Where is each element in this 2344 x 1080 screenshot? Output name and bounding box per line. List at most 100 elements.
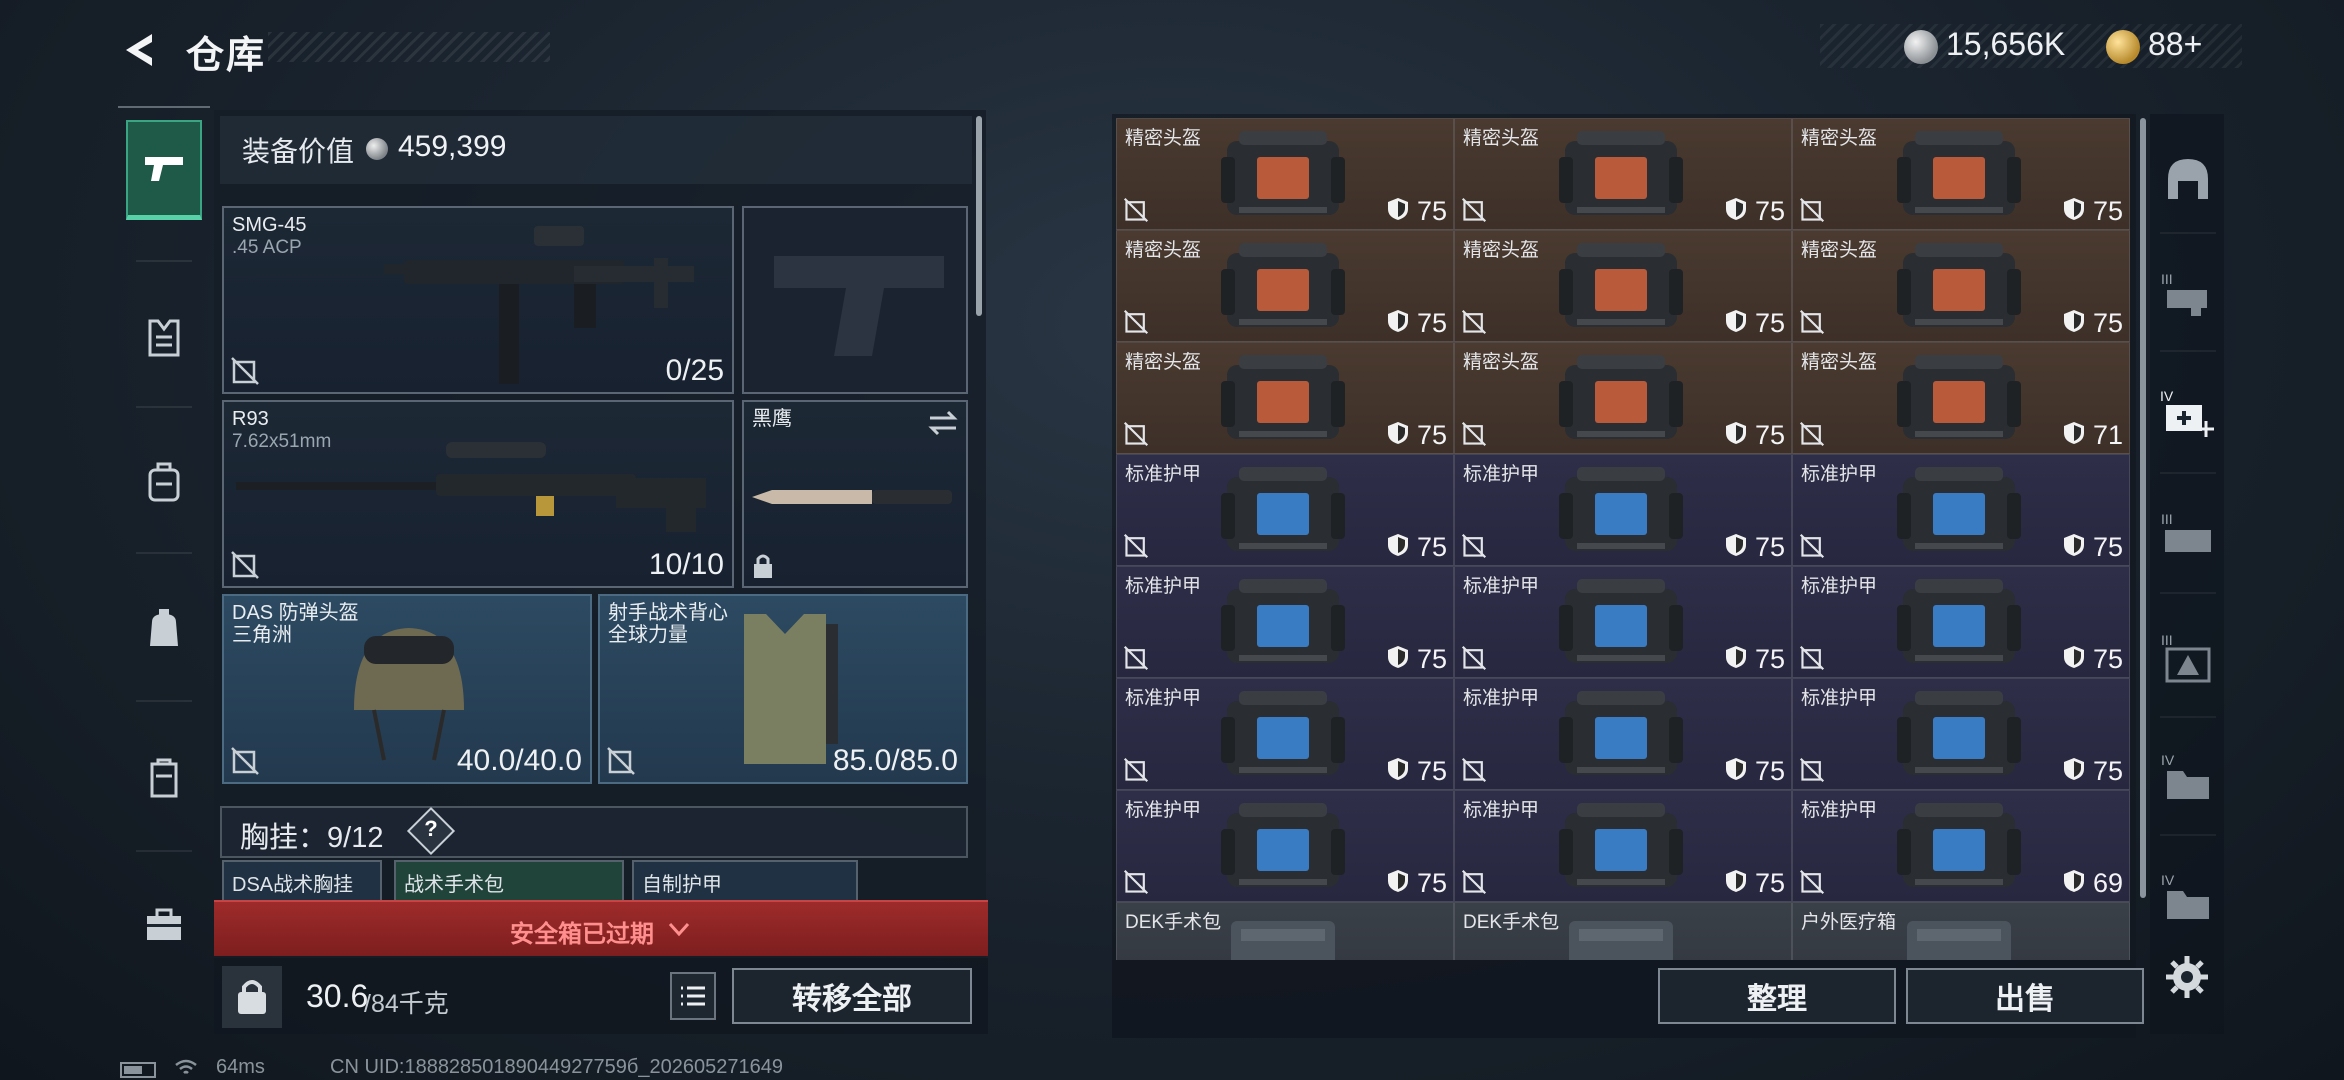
sell-button[interactable]: 出售 [1906,968,2144,1024]
gold-balance[interactable]: 88+ [2148,26,2202,63]
storage-item[interactable]: 标准护甲 69 [1792,790,2130,902]
storage-item[interactable]: 精密头盔 75 [1792,230,2130,342]
help-icon[interactable]: ? [414,816,448,842]
melee-slot[interactable]: 黑鹰 [742,400,968,588]
nav-case[interactable] [126,728,202,828]
armor-slot[interactable]: 射手战术背心 全球力量 85.0/85.0 [598,594,968,784]
settings-gear-icon[interactable] [2164,954,2210,1000]
uninsured-icon [1461,309,1487,335]
storage-item[interactable]: 精密头盔 75 [1454,118,1792,230]
storage-item[interactable]: 标准护甲 75 [1454,566,1792,678]
rnav-gear-iii[interactable]: III [2156,490,2220,580]
silver-coin-icon [1904,30,1938,64]
storage-item[interactable]: 标准护甲 75 [1116,790,1454,902]
storage-item-durability: 75 [1754,196,1785,226]
mini-slot-label: DSA战术胸挂 [232,874,354,896]
secondary-weapon-slot[interactable]: R93 7.62x51mm 10/10 [222,400,734,588]
tidy-button[interactable]: 整理 [1658,968,1896,1024]
storage-item[interactable]: 精密头盔 75 [1454,342,1792,454]
storage-item-durability: 71 [2092,420,2123,450]
rnav-warning-iii[interactable]: III [2156,612,2220,702]
storage-scrollbar[interactable] [2140,118,2146,898]
storage-item-name: 标准护甲 [1463,688,1540,709]
armor-case-icon [1221,467,1345,551]
storage-item[interactable]: 标准护甲 75 [1116,566,1454,678]
storage-item[interactable]: 精密头盔 75 [1792,118,2130,230]
rnav-folder-iv[interactable]: IV [2156,732,2220,822]
nav-weapons[interactable] [126,120,202,220]
pistol-slot[interactable] [742,206,968,394]
storage-item-name: 标准护甲 [1125,464,1202,485]
nav-divider [136,700,192,702]
helmet-slot-icon [2168,159,2208,199]
helmet-slot[interactable]: DAS 防弹头盔 三角洲 40.0/40.0 [222,594,592,784]
mini-slot-armor[interactable]: 自制护甲 [632,860,858,902]
storage-item-name: 精密头盔 [1463,128,1540,149]
storage-item[interactable]: 标准护甲 75 [1792,566,2130,678]
page-title: 仓库 [186,35,267,77]
uninsured-icon [1123,309,1149,335]
uninsured-icon [1799,757,1825,783]
storage-item[interactable]: 精密头盔 75 [1454,230,1792,342]
mini-slot-rig[interactable]: DSA战术胸挂 [222,860,382,902]
nav-divider [136,260,192,262]
storage-item[interactable]: DEK手术包 [1454,902,1792,960]
uninsured-icon [1461,533,1487,559]
primary-weapon-name: SMG-45 [232,214,307,236]
rnav-weapon-iii[interactable]: III [2156,250,2220,340]
armor-case-icon [1221,579,1345,663]
storage-item[interactable]: 精密头盔 75 [1116,230,1454,342]
rnav-medkit-iv[interactable]: IV [2156,368,2220,458]
uninsured-icon [231,551,259,579]
storage-item[interactable]: 标准护甲 75 [1454,790,1792,902]
storage-item-durability: 75 [1754,756,1785,786]
storage-item[interactable]: 精密头盔 71 [1792,342,2130,454]
storage-item[interactable]: 精密头盔 75 [1116,342,1454,454]
nav-vest[interactable] [126,288,202,388]
nav-backpack[interactable] [126,432,202,532]
armor-case-icon [1221,355,1345,439]
storage-item[interactable]: 标准护甲 75 [1454,454,1792,566]
storage-item-durability: 75 [1416,420,1447,450]
smg-icon [384,226,694,384]
storage-item[interactable]: 户外医疗箱 [1792,902,2130,960]
storage-item[interactable]: DEK手术包 [1116,902,1454,960]
list-view-button[interactable] [670,972,716,1020]
uninsured-icon [231,357,259,385]
back-arrow-icon [126,34,152,66]
mini-slot-surgery[interactable]: 战术手术包 [394,860,624,902]
primary-weapon-slot[interactable]: SMG-45 .45 ACP 0/25 [222,206,734,394]
storage-item-durability: 75 [2092,196,2123,226]
back-button[interactable] [118,28,162,72]
uninsured-icon [1799,869,1825,895]
rnav-folder-iv-2[interactable]: IV [2156,852,2220,942]
storage-item[interactable]: 标准护甲 75 [1792,678,2130,790]
svg-text:III: III [2161,511,2173,527]
rnav-divider [2160,834,2216,836]
storage-item[interactable]: 标准护甲 75 [1116,454,1454,566]
swap-icon[interactable] [928,410,958,436]
svg-text:III: III [2161,632,2173,648]
storage-item[interactable]: 标准护甲 75 [1116,678,1454,790]
armor-case-icon [1897,579,2021,663]
nav-bag[interactable] [126,578,202,678]
storage-item-name: 精密头盔 [1801,128,1878,149]
transfer-all-button[interactable]: 转移全部 [732,968,972,1024]
rnav-helmet[interactable] [2156,134,2220,224]
nav-divider [136,850,192,852]
nav-divider [136,552,192,554]
storage-item[interactable]: 标准护甲 75 [1792,454,2130,566]
uninsured-icon [1123,421,1149,447]
shield-icon [1726,870,1746,892]
storage-item[interactable]: 精密头盔 75 [1116,118,1454,230]
storage-item-name: 标准护甲 [1463,800,1540,821]
nav-briefcase[interactable] [126,874,202,974]
armor-case-icon [1559,803,1683,887]
helmet-brand: 三角洲 [232,624,292,646]
storage-item-durability: 75 [1416,308,1447,338]
equipment-scrollbar[interactable] [976,116,982,316]
storage-item[interactable]: 标准护甲 75 [1454,678,1792,790]
backpack-icon [148,462,180,502]
equipment-value-amount: 459,399 [398,130,507,163]
equipment-value-label: 装备价值 [242,136,355,167]
